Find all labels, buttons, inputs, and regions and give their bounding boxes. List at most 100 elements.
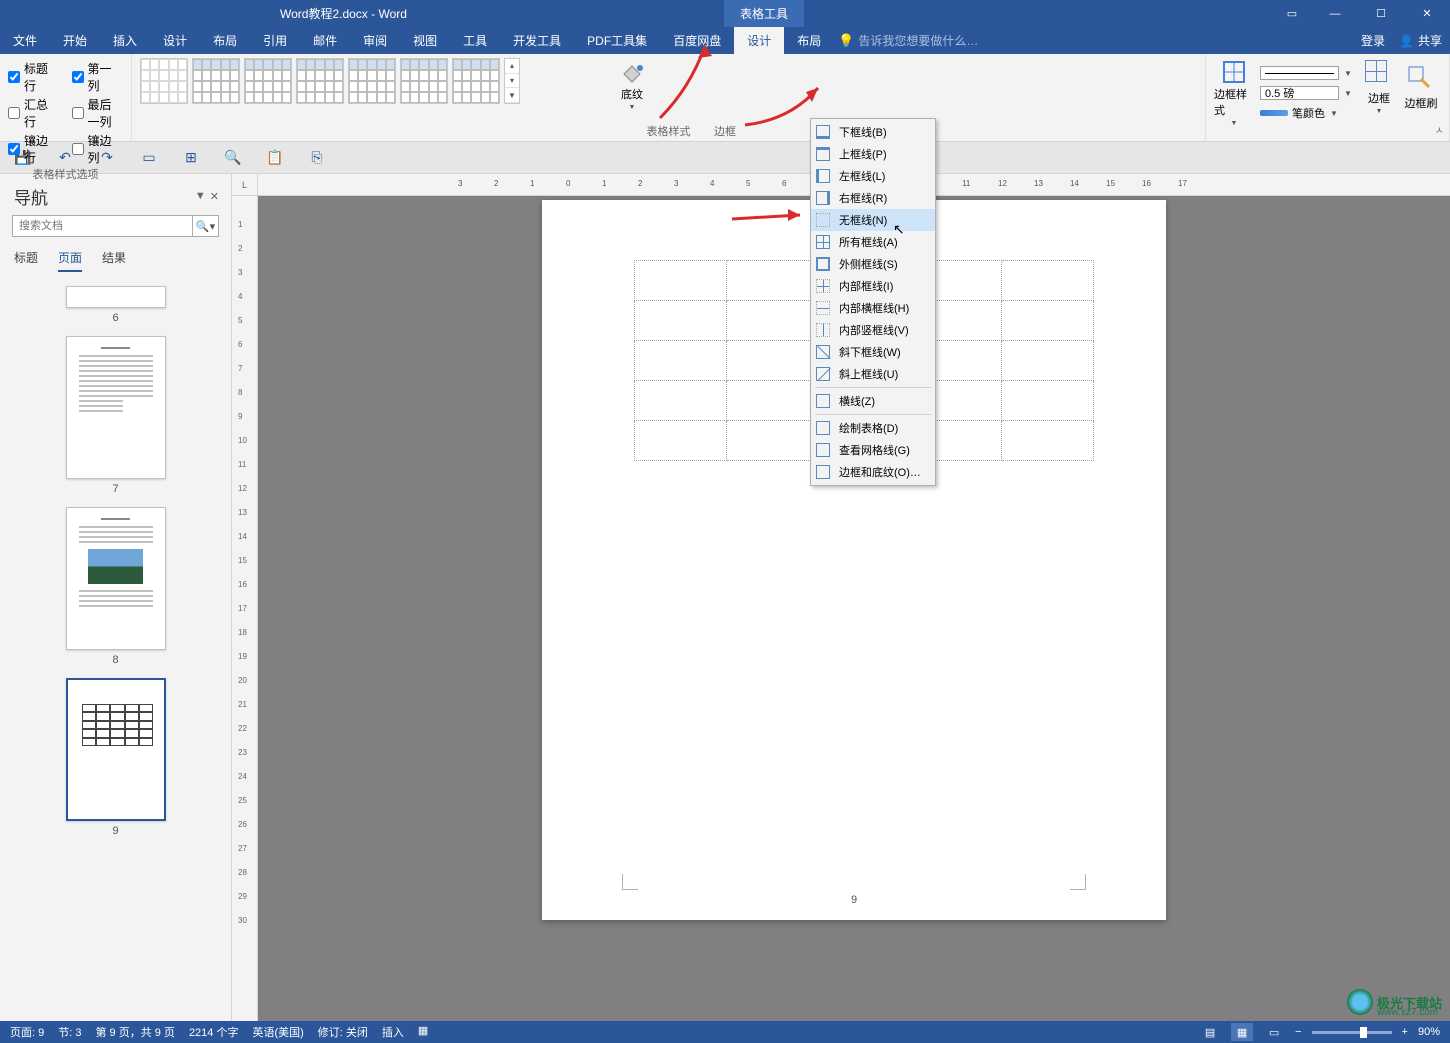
line-weight-selector[interactable]: 0.5 磅▼ <box>1260 84 1353 102</box>
pen-color-selector[interactable]: 笔颜色▼ <box>1260 104 1353 122</box>
table-style-option[interactable] <box>296 58 344 104</box>
page-thumbnail[interactable]: 8 <box>66 507 166 666</box>
menu-tab-9[interactable]: 工具 <box>450 27 500 54</box>
page-thumbnail[interactable]: 9 <box>66 678 166 837</box>
menu-tab-1[interactable]: 开始 <box>50 27 100 54</box>
nav-tab[interactable]: 页面 <box>58 249 82 272</box>
borders-dropdown-button[interactable]: 边框▼ <box>1359 60 1399 115</box>
table-style-option[interactable] <box>348 58 396 104</box>
nav-dropdown-icon[interactable]: ▼ <box>195 190 206 203</box>
table-style-option[interactable] <box>140 58 188 104</box>
border-menu-item[interactable]: 下框线(B) <box>811 121 935 143</box>
menu-tab-3[interactable]: 设计 <box>150 27 200 54</box>
border-menu-item[interactable]: 斜上框线(U) <box>811 363 935 385</box>
nav-tab[interactable]: 标题 <box>14 249 38 272</box>
qat-icon-4[interactable]: 📋 <box>266 149 284 167</box>
border-type-icon <box>815 278 831 294</box>
ribbon: 标题行 第一列 汇总行 最后一列 镶边行 镶边列 表格样式选项 ▴▾▼ 表格样式… <box>0 54 1450 142</box>
border-type-icon <box>815 344 831 360</box>
status-macro-icon[interactable]: ▦ <box>418 1024 428 1040</box>
nav-close-icon[interactable]: ✕ <box>210 190 219 203</box>
zoom-out-icon[interactable]: − <box>1295 1026 1301 1038</box>
border-styles-button[interactable]: 边框样式 ▼ <box>1214 60 1254 127</box>
minimize-icon[interactable]: — <box>1312 0 1358 27</box>
status-track[interactable]: 修订: 关闭 <box>318 1024 368 1040</box>
qat-icon-3[interactable]: 🔍 <box>224 149 242 167</box>
chk-banded-col[interactable]: 镶边列 <box>72 132 124 166</box>
border-menu-item[interactable]: 右框线(R) <box>811 187 935 209</box>
zoom-in-icon[interactable]: + <box>1402 1026 1408 1038</box>
status-section[interactable]: 节: 3 <box>58 1024 81 1040</box>
menu-tab-2[interactable]: 插入 <box>100 27 150 54</box>
border-menu-item[interactable]: 横线(Z) <box>811 390 935 412</box>
border-menu-item[interactable]: 左框线(L) <box>811 165 935 187</box>
chk-total-row[interactable]: 汇总行 <box>8 96 60 130</box>
page-thumbnail[interactable]: 6 <box>66 286 166 324</box>
menu-tab-13[interactable]: 设计 <box>734 27 784 54</box>
page-thumbnail[interactable]: 7 <box>66 336 166 495</box>
border-painter-button[interactable]: 边框刷 <box>1401 60 1441 115</box>
menu-tab-0[interactable]: 文件 <box>0 27 50 54</box>
qat-icon-2[interactable]: ⊞ <box>182 149 200 167</box>
border-menu-item[interactable]: 外侧框线(S) <box>811 253 935 275</box>
status-words[interactable]: 2214 个字 <box>189 1024 239 1040</box>
border-styles-icon <box>1222 60 1246 84</box>
share-button[interactable]: 👤共享 <box>1399 32 1442 49</box>
border-menu-item[interactable]: 上框线(P) <box>811 143 935 165</box>
share-icon: 👤 <box>1399 34 1414 48</box>
menu-tab-4[interactable]: 布局 <box>200 27 250 54</box>
qat-icon-5[interactable]: ⎘ <box>308 149 326 167</box>
border-type-icon <box>815 366 831 382</box>
menu-tab-7[interactable]: 审阅 <box>350 27 400 54</box>
login-link[interactable]: 登录 <box>1361 32 1385 49</box>
table-styles-gallery[interactable]: ▴▾▼ <box>140 58 1197 104</box>
chk-last-col[interactable]: 最后一列 <box>72 96 124 130</box>
watermark-logo-icon <box>1347 989 1373 1015</box>
chk-first-col[interactable]: 第一列 <box>72 60 124 94</box>
menu-tab-14[interactable]: 布局 <box>784 27 834 54</box>
border-menu-item[interactable]: 所有框线(A) <box>811 231 935 253</box>
view-web-icon[interactable]: ▭ <box>1263 1023 1285 1041</box>
shading-button[interactable]: 底纹▼ <box>612 60 652 111</box>
ribbon-display-icon[interactable]: ▭ <box>1272 0 1312 27</box>
view-read-icon[interactable]: ▤ <box>1199 1023 1221 1041</box>
menu-tab-8[interactable]: 视图 <box>400 27 450 54</box>
table-style-option[interactable] <box>452 58 500 104</box>
chk-banded-row[interactable]: 镶边行 <box>8 132 60 166</box>
view-print-icon[interactable]: ▦ <box>1231 1023 1253 1041</box>
table-style-option[interactable] <box>192 58 240 104</box>
menu-tab-6[interactable]: 邮件 <box>300 27 350 54</box>
table-style-option[interactable] <box>400 58 448 104</box>
menu-tab-5[interactable]: 引用 <box>250 27 300 54</box>
qat-icon-1[interactable]: ▭ <box>140 149 158 167</box>
status-page[interactable]: 页面: 9 <box>10 1024 44 1040</box>
status-pageof[interactable]: 第 9 页，共 9 页 <box>95 1024 174 1040</box>
chk-header-row[interactable]: 标题行 <box>8 60 60 94</box>
close-icon[interactable]: ✕ <box>1404 0 1450 27</box>
collapse-ribbon-icon[interactable]: ㅅ <box>1435 122 1444 137</box>
status-mode[interactable]: 插入 <box>382 1024 404 1040</box>
table-style-option[interactable] <box>244 58 292 104</box>
menu-tab-10[interactable]: 开发工具 <box>500 27 574 54</box>
search-icon[interactable]: 🔍▾ <box>192 216 218 236</box>
line-style-selector[interactable]: ▼ <box>1260 64 1353 82</box>
menu-tab-11[interactable]: PDF工具集 <box>574 27 660 54</box>
tell-me[interactable]: 💡告诉我您想要做什么… <box>838 32 978 49</box>
search-input[interactable] <box>13 216 192 236</box>
border-menu-item[interactable]: 无框线(N) <box>811 209 935 231</box>
nav-search[interactable]: 🔍▾ <box>12 215 219 237</box>
border-menu-item[interactable]: 边框和底纹(O)… <box>811 461 935 483</box>
menu-tab-12[interactable]: 百度网盘 <box>660 27 734 54</box>
border-menu-item[interactable]: 内部横框线(H) <box>811 297 935 319</box>
zoom-level[interactable]: 90% <box>1418 1026 1440 1038</box>
border-menu-item[interactable]: 查看网格线(G) <box>811 439 935 461</box>
table-styles-more[interactable]: ▴▾▼ <box>504 58 520 104</box>
status-lang[interactable]: 英语(美国) <box>252 1024 303 1040</box>
border-menu-item[interactable]: 内部竖框线(V) <box>811 319 935 341</box>
nav-tab[interactable]: 结果 <box>102 249 126 272</box>
zoom-slider[interactable] <box>1312 1031 1392 1034</box>
border-menu-item[interactable]: 内部框线(I) <box>811 275 935 297</box>
border-menu-item[interactable]: 绘制表格(D) <box>811 417 935 439</box>
border-menu-item[interactable]: 斜下框线(W) <box>811 341 935 363</box>
maximize-icon[interactable]: ☐ <box>1358 0 1404 27</box>
